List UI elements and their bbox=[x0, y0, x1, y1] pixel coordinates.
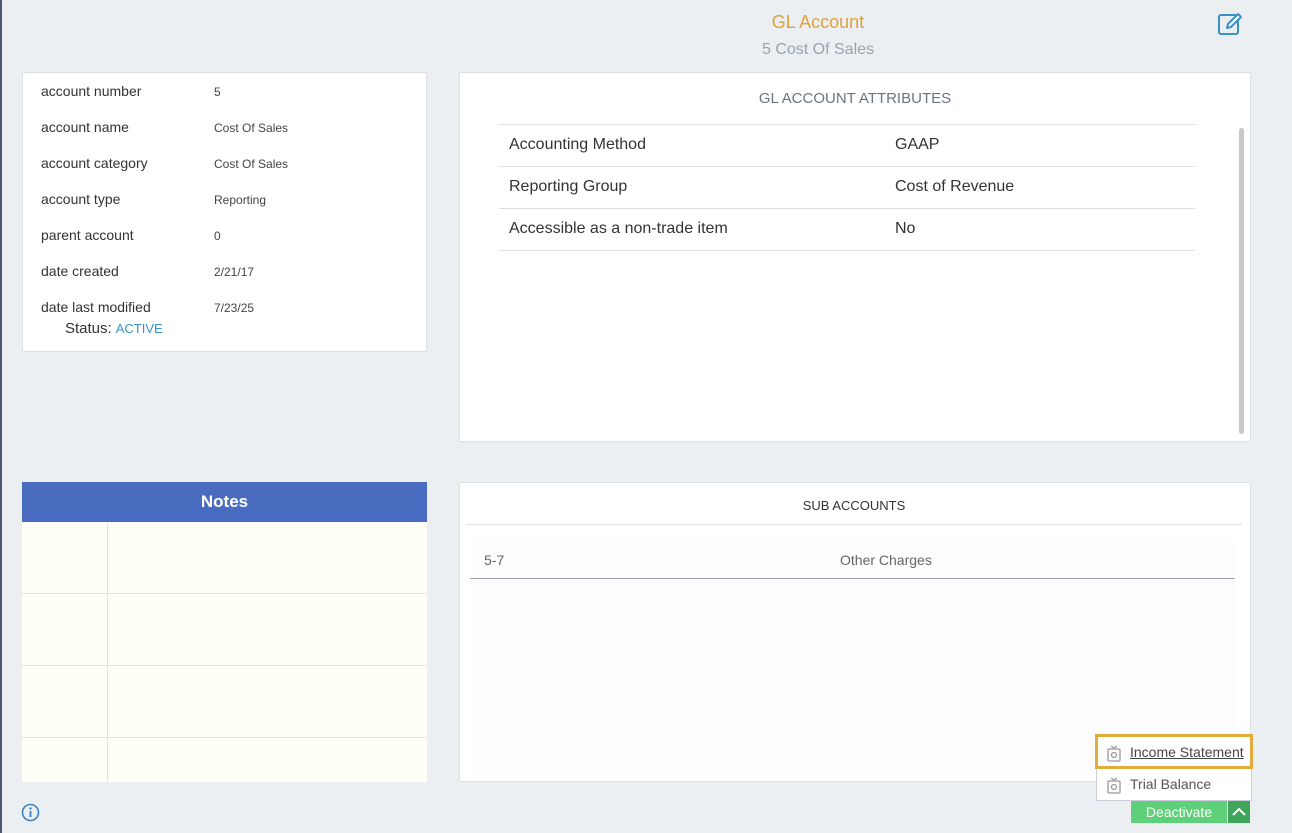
status-badge: ACTIVE bbox=[115, 321, 163, 336]
notes-cell bbox=[22, 666, 108, 737]
reports-menu: Income Statement Trial Balance bbox=[1095, 734, 1253, 801]
attribute-value: Cost of Revenue bbox=[895, 178, 1015, 195]
info-label: date created bbox=[41, 263, 119, 279]
window-edge bbox=[0, 0, 2, 833]
menu-item-income-statement[interactable]: Income Statement bbox=[1095, 734, 1253, 769]
info-label: date last modified bbox=[41, 299, 151, 315]
info-value: Cost Of Sales bbox=[214, 157, 289, 171]
edit-icon bbox=[1218, 13, 1242, 35]
report-icon bbox=[1107, 777, 1121, 794]
notes-header: Notes bbox=[22, 482, 427, 522]
account-status: Status: ACTIVE bbox=[65, 320, 163, 337]
info-row-date-last-modified: date last modified 7/23/25 bbox=[41, 299, 421, 319]
reports-toggle-button[interactable] bbox=[1228, 801, 1250, 823]
attribute-row: Accounting Method GAAP bbox=[499, 124, 1195, 166]
account-info-card: account number 5 account name Cost Of Sa… bbox=[22, 72, 427, 352]
page-subtitle: 5 Cost Of Sales bbox=[761, 41, 875, 58]
info-row-date-created: date created 2/21/17 bbox=[41, 263, 421, 283]
attribute-value: No bbox=[895, 220, 916, 237]
sub-accounts-title: SUB ACCOUNTS bbox=[466, 483, 1242, 525]
info-value: Reporting bbox=[214, 193, 267, 207]
report-icon bbox=[1107, 745, 1121, 762]
sub-account-number: 5-7 bbox=[484, 552, 505, 568]
edit-button[interactable] bbox=[1217, 11, 1243, 37]
sub-account-row[interactable]: 5-7 Other Charges bbox=[470, 541, 1235, 579]
chevron-up-icon bbox=[1232, 807, 1246, 816]
info-value: 7/23/25 bbox=[214, 301, 255, 315]
info-value: 0 bbox=[214, 229, 221, 243]
attribute-row: Reporting Group Cost of Revenue bbox=[499, 166, 1195, 208]
status-label: Status: bbox=[65, 320, 112, 337]
attribute-name: Accessible as a non-trade item bbox=[509, 220, 728, 237]
attribute-row: Accessible as a non-trade item No bbox=[499, 208, 1195, 251]
attributes-title: GL ACCOUNT ATTRIBUTES bbox=[758, 90, 952, 107]
notes-row[interactable] bbox=[22, 594, 427, 666]
notes-row[interactable] bbox=[22, 522, 427, 594]
notes-cell bbox=[22, 594, 108, 665]
notes-cell bbox=[22, 522, 108, 593]
info-row-account-type: account type Reporting bbox=[41, 191, 421, 211]
attribute-name: Accounting Method bbox=[509, 136, 646, 153]
attribute-value: GAAP bbox=[895, 136, 940, 153]
attributes-table: Accounting Method GAAP Reporting Group C… bbox=[499, 124, 1195, 251]
notes-panel: Notes bbox=[22, 482, 427, 782]
attributes-scrollbar[interactable] bbox=[1239, 128, 1244, 434]
sub-account-name: Other Charges bbox=[840, 552, 932, 568]
menu-item-label: Trial Balance bbox=[1130, 776, 1212, 792]
info-icon[interactable] bbox=[21, 803, 40, 822]
notes-row[interactable] bbox=[22, 666, 427, 738]
info-label: parent account bbox=[41, 227, 134, 243]
info-label: account category bbox=[41, 155, 148, 171]
menu-item-trial-balance[interactable]: Trial Balance bbox=[1097, 768, 1251, 799]
notes-row[interactable] bbox=[22, 738, 427, 782]
info-label: account name bbox=[41, 119, 129, 135]
deactivate-button[interactable]: Deactivate bbox=[1131, 801, 1227, 823]
menu-item-label: Income Statement bbox=[1130, 744, 1244, 760]
info-label: account number bbox=[41, 83, 142, 99]
info-row-account-number: account number 5 bbox=[41, 83, 421, 103]
notes-cell bbox=[22, 738, 108, 782]
info-row-parent-account: parent account 0 bbox=[41, 227, 421, 247]
info-row-account-category: account category Cost Of Sales bbox=[41, 155, 421, 175]
info-label: account type bbox=[41, 191, 121, 207]
page-title: GL Account bbox=[771, 12, 865, 32]
info-value: 2/21/17 bbox=[214, 265, 255, 279]
info-value: 5 bbox=[214, 85, 221, 99]
info-row-account-name: account name Cost Of Sales bbox=[41, 119, 421, 139]
gl-account-attributes-card: GL ACCOUNT ATTRIBUTES Accounting Method … bbox=[459, 72, 1251, 442]
info-value: Cost Of Sales bbox=[214, 121, 289, 135]
attribute-name: Reporting Group bbox=[509, 178, 628, 195]
